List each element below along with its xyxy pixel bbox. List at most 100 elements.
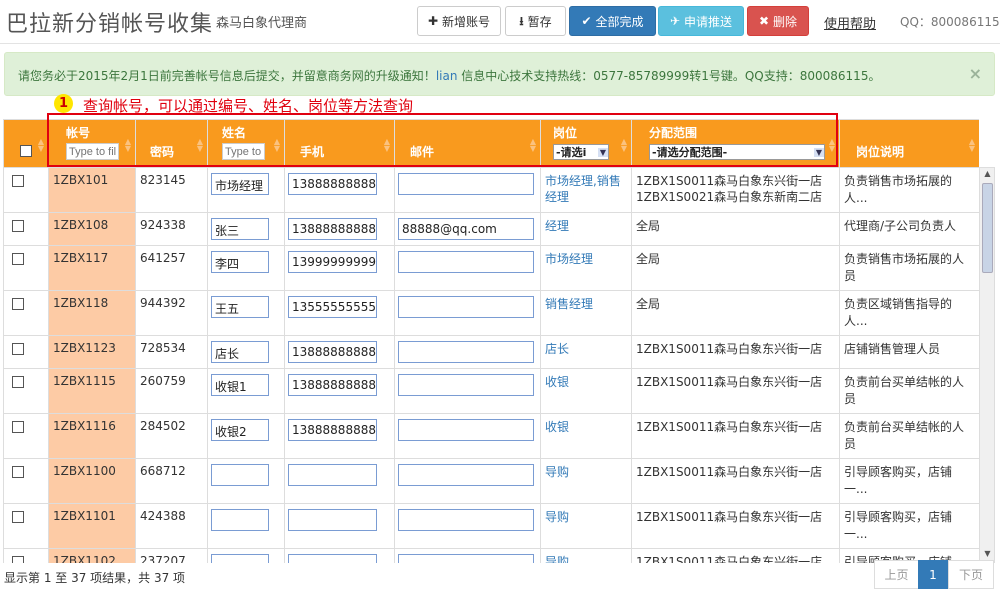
position-cell[interactable]: 导购: [540, 458, 632, 504]
alert-close-icon[interactable]: ×: [969, 64, 982, 83]
page-1-button[interactable]: 1: [918, 560, 948, 589]
email-input[interactable]: [398, 509, 534, 531]
position-cell[interactable]: 导购: [540, 503, 632, 549]
table-row[interactable]: 1ZBX118 944392 王五 13555555555 销售经理 全局 负责区域销售指导…: [3, 290, 979, 336]
request-push-button[interactable]: ✈ 申请推送: [658, 6, 744, 36]
table-row[interactable]: 1ZBX101 823145 市场经理 13888888888 市场经理,销售经理 1ZB…: [3, 167, 979, 213]
position-cell[interactable]: 市场经理,销售经理: [540, 167, 632, 213]
help-link[interactable]: 使用帮助: [824, 13, 876, 32]
phone-input[interactable]: [288, 554, 377, 563]
add-account-button[interactable]: ✚ 新增账号: [417, 6, 501, 36]
position-cell[interactable]: 市场经理: [540, 245, 632, 291]
complete-all-button[interactable]: ✔ 全部完成: [569, 6, 656, 36]
name-input[interactable]: 收银2: [211, 419, 269, 441]
table-row[interactable]: 1ZBX117 641257 李四 13999999999 市场经理 全局 负责销售市场拓展…: [3, 245, 979, 291]
header-position[interactable]: 岗位 -请选i ▼ ▲ ▼: [540, 119, 632, 168]
position-cell[interactable]: 收银: [540, 368, 632, 414]
phone-input[interactable]: 13555555555: [288, 296, 377, 318]
phone-input[interactable]: 13888888888: [288, 173, 377, 195]
position-cell[interactable]: 收银: [540, 413, 632, 459]
name-input[interactable]: 张三: [211, 218, 269, 240]
header-description[interactable]: 岗位说明 ▲ ▼: [839, 119, 979, 168]
header-password-label: 密码: [150, 145, 175, 159]
header-name[interactable]: 姓名 ▲▼: [207, 119, 285, 168]
email-input[interactable]: [398, 296, 534, 318]
row-checkbox[interactable]: [12, 466, 24, 478]
save-draft-button[interactable]: ⭳ 暂存: [505, 6, 566, 36]
position-filter-select[interactable]: -请选i ▼: [553, 144, 609, 160]
email-input[interactable]: [398, 374, 534, 396]
row-checkbox[interactable]: [12, 343, 24, 355]
name-input[interactable]: 收银1: [211, 374, 269, 396]
password-cell: 424388: [135, 503, 208, 549]
row-checkbox[interactable]: [12, 175, 24, 187]
row-checkbox[interactable]: [12, 220, 24, 232]
phone-cell: 13888888888: [284, 212, 395, 246]
row-checkbox[interactable]: [12, 298, 24, 310]
position-cell[interactable]: 经理: [540, 212, 632, 246]
row-checkbox[interactable]: [12, 253, 24, 265]
header-scope[interactable]: 分配范围 -请选分配范围- ▼ ▲ ▼: [631, 119, 840, 168]
header-account[interactable]: 帐号 ▲▼: [48, 119, 136, 168]
email-input[interactable]: [398, 554, 534, 563]
row-select-cell: [3, 368, 49, 414]
table-row[interactable]: 1ZBX1123 728534 店长 13888888888 店长 1ZBX1S0011森…: [3, 335, 979, 369]
position-cell[interactable]: 导购: [540, 548, 632, 563]
phone-input[interactable]: 13888888888: [288, 341, 377, 363]
name-cell: 张三: [207, 212, 285, 246]
phone-input[interactable]: [288, 464, 377, 486]
email-cell: [394, 245, 541, 291]
delete-button[interactable]: ✖ 删除: [747, 6, 809, 36]
row-checkbox[interactable]: [12, 421, 24, 433]
next-page-button[interactable]: 下页: [948, 560, 994, 589]
email-input[interactable]: [398, 419, 534, 441]
name-input[interactable]: 李四: [211, 251, 269, 273]
name-input[interactable]: [211, 554, 269, 563]
row-checkbox[interactable]: [12, 511, 24, 523]
scroll-thumb[interactable]: [982, 183, 993, 273]
phone-input[interactable]: 13888888888: [288, 218, 377, 240]
scope-filter-select[interactable]: -请选分配范围- ▼: [649, 144, 825, 160]
position-cell[interactable]: 店长: [540, 335, 632, 369]
table-row[interactable]: 1ZBX1116 284502 收银2 13888888888 收银 1ZBX1S0011…: [3, 413, 979, 459]
email-input[interactable]: [398, 173, 534, 195]
alert-link[interactable]: lian: [436, 69, 458, 83]
name-input[interactable]: [211, 509, 269, 531]
position-cell[interactable]: 销售经理: [540, 290, 632, 336]
row-checkbox[interactable]: [12, 376, 24, 388]
header-phone[interactable]: 手机 ▲ ▼: [284, 119, 395, 168]
header-password[interactable]: 密码 ▲ ▼: [135, 119, 208, 168]
email-input[interactable]: [398, 341, 534, 363]
phone-input[interactable]: 13888888888: [288, 374, 377, 396]
table-row[interactable]: 1ZBX1102 237207 导购 1ZBX1S0011森马白象东兴街一店 引导顾客购…: [3, 548, 979, 563]
name-input[interactable]: [211, 464, 269, 486]
prev-page-button[interactable]: 上页: [874, 560, 919, 589]
header-email[interactable]: 邮件 ▲ ▼: [394, 119, 541, 168]
account-cell: 1ZBX1102: [48, 548, 136, 563]
table-row[interactable]: 1ZBX1100 668712 导购 1ZBX1S0011森马白象东兴街一店 引导顾客购…: [3, 458, 979, 504]
table-row[interactable]: 1ZBX108 924338 张三 13888888888 88888@qq.com 经理…: [3, 212, 979, 246]
email-input[interactable]: [398, 251, 534, 273]
phone-input[interactable]: [288, 509, 377, 531]
account-cell: 1ZBX1101: [48, 503, 136, 549]
scroll-up-icon[interactable]: ▲: [982, 169, 993, 181]
name-input[interactable]: 店长: [211, 341, 269, 363]
select-all-checkbox[interactable]: [20, 145, 32, 157]
table-row[interactable]: 1ZBX1101 424388 导购 1ZBX1S0011森马白象东兴街一店 引导顾客购…: [3, 503, 979, 549]
row-checkbox[interactable]: [12, 556, 24, 563]
account-cell: 1ZBX118: [48, 290, 136, 336]
phone-input[interactable]: 13888888888: [288, 419, 377, 441]
email-input[interactable]: [398, 464, 534, 486]
email-cell: [394, 503, 541, 549]
name-filter-input[interactable]: [222, 143, 265, 160]
name-input[interactable]: 王五: [211, 296, 269, 318]
table-row[interactable]: 1ZBX1115 260759 收银1 13888888888 收银 1ZBX1S0011…: [3, 368, 979, 414]
sort-icon: ▲ ▼: [383, 137, 390, 153]
description-cell: 店铺销售管理人员: [839, 335, 979, 369]
name-input[interactable]: 市场经理: [211, 173, 269, 195]
phone-input[interactable]: 13999999999: [288, 251, 377, 273]
table-scrollbar[interactable]: ▲ ▼: [979, 167, 995, 563]
account-filter-input[interactable]: [66, 143, 119, 160]
email-input[interactable]: 88888@qq.com: [398, 218, 534, 240]
account-cell: 1ZBX1115: [48, 368, 136, 414]
